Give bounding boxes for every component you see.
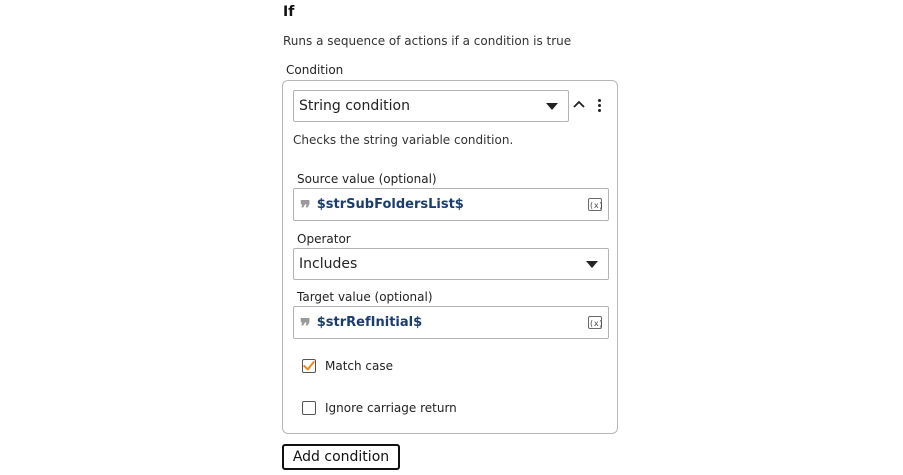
operator-select[interactable]: Includes (293, 248, 609, 280)
target-value-text: $strRefInitial$ (316, 315, 423, 330)
quote-icon: ❞ (300, 313, 311, 338)
chevron-up-icon[interactable] (572, 97, 586, 111)
action-description: Runs a sequence of actions if a conditio… (283, 34, 572, 48)
add-condition-button[interactable]: Add condition (282, 444, 400, 470)
target-value-label: Target value (optional) (297, 290, 433, 304)
operator-value: Includes (299, 256, 358, 272)
ignore-carriage-return-checkbox[interactable] (302, 401, 316, 415)
condition-description: Checks the string variable condition. (293, 133, 514, 147)
caret-down-icon (586, 260, 598, 268)
source-value-label: Source value (optional) (297, 172, 437, 186)
variable-icon[interactable]: (x) (588, 316, 603, 329)
condition-section-label: Condition (286, 63, 344, 77)
kebab-menu-icon[interactable] (592, 96, 606, 114)
caret-down-icon (546, 102, 558, 110)
match-case-checkbox[interactable] (302, 359, 316, 373)
operator-label: Operator (297, 232, 351, 246)
action-title: If (283, 4, 295, 20)
checkmark-icon (303, 361, 315, 371)
source-value-field[interactable]: ❞ $strSubFoldersList$ (x) (293, 188, 609, 221)
quote-icon: ❞ (300, 195, 311, 220)
source-value-text: $strSubFoldersList$ (316, 197, 464, 212)
match-case-label[interactable]: Match case (325, 359, 393, 373)
target-value-field[interactable]: ❞ $strRefInitial$ (x) (293, 306, 609, 339)
condition-type-value: String condition (299, 98, 410, 114)
variable-icon[interactable]: (x) (588, 198, 603, 211)
condition-type-select[interactable]: String condition (293, 90, 569, 122)
ignore-carriage-return-label[interactable]: Ignore carriage return (325, 401, 457, 415)
